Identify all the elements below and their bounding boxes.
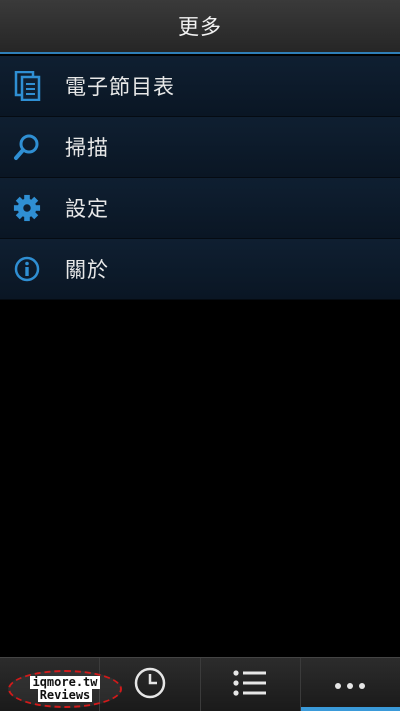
clock-icon [133,666,167,704]
menu-item-settings[interactable]: 設定 [0,178,400,239]
more-menu: 電子節目表 掃描 設定 關於 [0,56,400,300]
menu-item-scan[interactable]: 掃描 [0,117,400,178]
app-header: 更多 [0,0,400,54]
page-title: 更多 [178,15,222,39]
menu-item-label: 設定 [65,197,109,221]
info-icon [13,255,41,283]
search-icon [13,133,41,161]
gear-icon [13,194,41,222]
tab-more[interactable] [299,658,400,711]
menu-item-about[interactable]: 關於 [0,239,400,300]
tab-list[interactable] [199,658,300,711]
watermark-line: Reviews [37,688,93,702]
menu-item-label: 掃描 [65,136,109,160]
watermark-stamp: iqmore.tw Reviews [8,670,122,708]
list-icon [232,669,268,701]
menu-item-label: 電子節目表 [65,75,175,99]
more-icon [334,675,366,694]
epg-document-icon [13,71,41,101]
menu-item-label: 關於 [65,258,109,282]
menu-item-epg[interactable]: 電子節目表 [0,56,400,117]
